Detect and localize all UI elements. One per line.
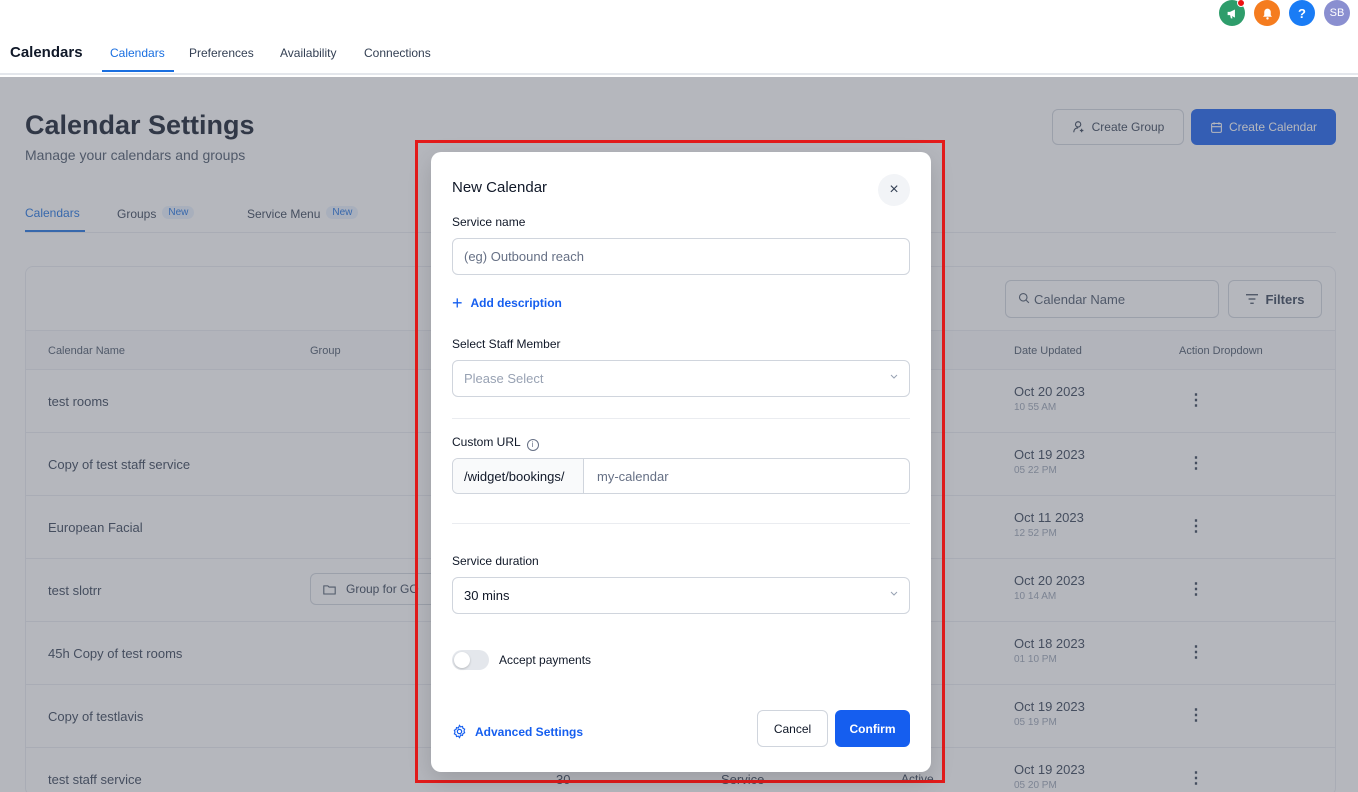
active-tab-indicator bbox=[102, 70, 174, 72]
custom-url-label-text: Custom URL bbox=[452, 435, 521, 449]
close-icon[interactable]: × bbox=[878, 174, 910, 206]
app-title: Calendars bbox=[10, 44, 83, 61]
advanced-settings-label: Advanced Settings bbox=[475, 724, 584, 739]
gear-icon bbox=[453, 724, 466, 739]
custom-url-label: Custom URL i bbox=[452, 435, 539, 451]
megaphone-icon[interactable] bbox=[1219, 0, 1245, 26]
service-name-placeholder: (eg) Outbound reach bbox=[464, 249, 584, 264]
custom-url-input-group: /widget/bookings/ my-calendar bbox=[452, 458, 910, 494]
service-name-label: Service name bbox=[452, 215, 526, 229]
bell-icon[interactable] bbox=[1254, 0, 1280, 26]
new-calendar-modal: New Calendar × Service name (eg) Outboun… bbox=[431, 152, 931, 772]
toggle-knob bbox=[454, 652, 470, 668]
accept-payments-toggle[interactable] bbox=[452, 650, 489, 670]
top-icons: ? SB bbox=[1219, 0, 1350, 26]
service-duration-label: Service duration bbox=[452, 554, 539, 568]
tab-connections[interactable]: Connections bbox=[364, 46, 431, 60]
add-description-label: Add description bbox=[470, 296, 562, 310]
help-icon[interactable]: ? bbox=[1289, 0, 1315, 26]
tab-calendars[interactable]: Calendars bbox=[110, 46, 165, 60]
service-name-input[interactable]: (eg) Outbound reach bbox=[452, 238, 910, 275]
add-description-button[interactable]: + Add description bbox=[452, 293, 562, 313]
divider bbox=[452, 523, 910, 524]
staff-member-select[interactable]: Please Select bbox=[452, 360, 910, 397]
nav-bar: Calendars Calendars Preferences Availabi… bbox=[0, 30, 1358, 75]
url-slug-input[interactable]: my-calendar bbox=[584, 459, 909, 493]
url-prefix: /widget/bookings/ bbox=[453, 459, 584, 493]
avatar[interactable]: SB bbox=[1324, 0, 1350, 26]
accept-payments-label: Accept payments bbox=[499, 653, 592, 667]
info-icon[interactable]: i bbox=[526, 438, 539, 451]
confirm-button[interactable]: Confirm bbox=[835, 710, 910, 747]
top-bar: ? SB bbox=[0, 0, 1358, 30]
advanced-settings-button[interactable]: Advanced Settings bbox=[452, 724, 583, 739]
tab-availability[interactable]: Availability bbox=[280, 46, 336, 60]
cancel-button[interactable]: Cancel bbox=[757, 710, 828, 747]
modal-title: New Calendar bbox=[452, 179, 548, 196]
service-duration-value: 30 mins bbox=[464, 588, 510, 603]
service-duration-select[interactable]: 30 mins bbox=[452, 577, 910, 614]
notification-dot bbox=[1237, 0, 1245, 7]
tab-preferences[interactable]: Preferences bbox=[189, 46, 254, 60]
divider bbox=[452, 418, 910, 419]
chevron-down-icon bbox=[889, 371, 899, 384]
chevron-down-icon bbox=[889, 588, 899, 601]
plus-icon: + bbox=[452, 293, 463, 313]
staff-member-placeholder: Please Select bbox=[464, 371, 544, 386]
staff-member-label: Select Staff Member bbox=[452, 337, 561, 351]
